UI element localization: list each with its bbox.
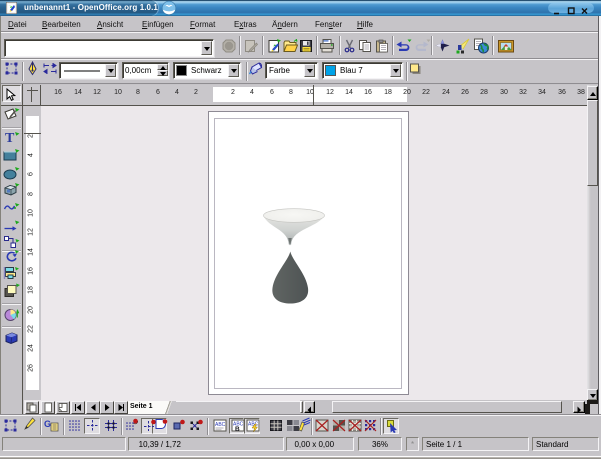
svg-text:B: B [235, 426, 240, 433]
svg-text:G: G [44, 419, 51, 429]
svg-text:T: T [5, 131, 15, 145]
svg-text:ABC: ABC [215, 422, 226, 428]
